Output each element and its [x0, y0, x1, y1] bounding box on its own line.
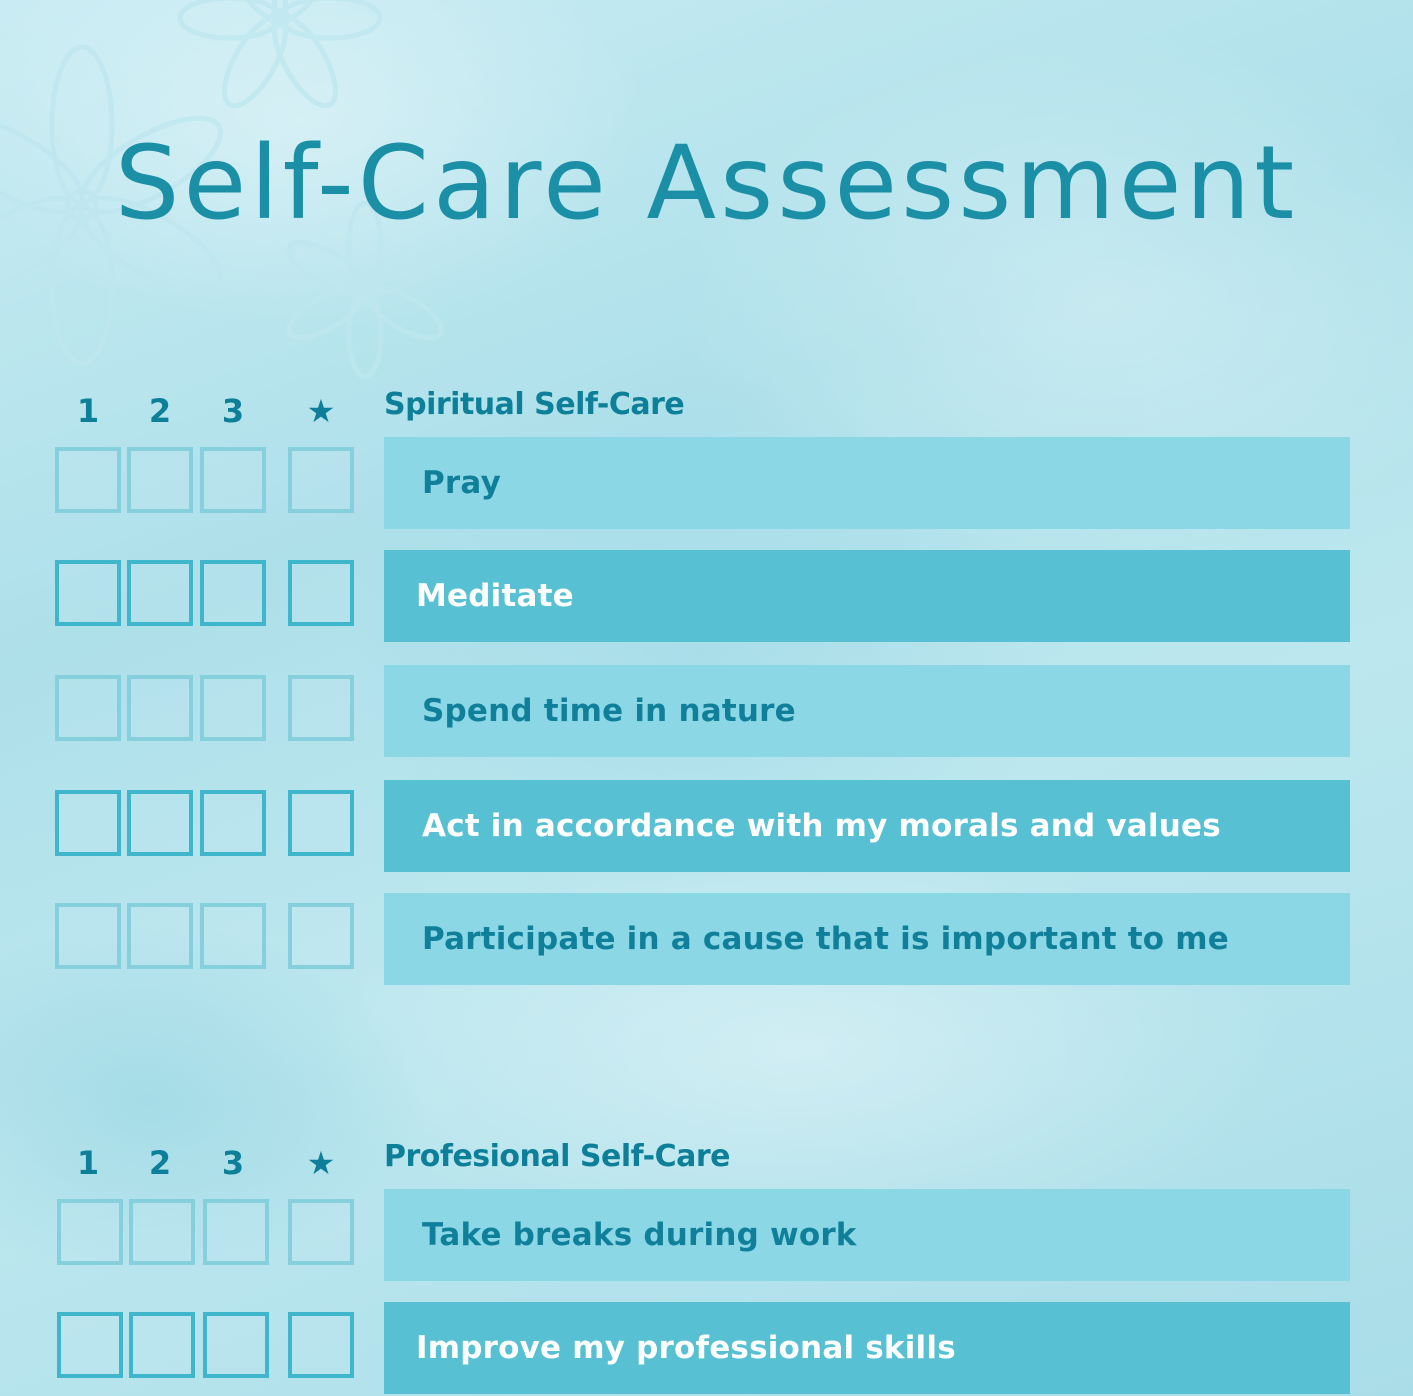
rating-3-checkbox[interactable]	[203, 1199, 269, 1265]
section-title: Spiritual Self-Care	[384, 387, 685, 422]
rating-2-checkbox[interactable]	[127, 560, 193, 626]
list-item: Meditate	[0, 550, 1413, 642]
flower-icon	[177, 0, 383, 109]
section-title: Profesional Self-Care	[384, 1139, 730, 1174]
rating-1-checkbox[interactable]	[55, 903, 121, 969]
list-item: Participate in a cause that is important…	[0, 893, 1413, 985]
star-checkbox[interactable]	[288, 675, 354, 741]
column-header-3: 3	[221, 392, 245, 430]
rating-2-checkbox[interactable]	[129, 1199, 195, 1265]
star-checkbox[interactable]	[288, 790, 354, 856]
item-label: Participate in a cause that is important…	[384, 893, 1350, 985]
list-item: Act in accordance with my morals and val…	[0, 780, 1413, 872]
rating-3-checkbox[interactable]	[200, 903, 266, 969]
item-label: Pray	[384, 437, 1350, 529]
item-label: Act in accordance with my morals and val…	[384, 780, 1350, 872]
column-header-1: 1	[76, 1144, 100, 1182]
star-checkbox[interactable]	[288, 903, 354, 969]
rating-3-checkbox[interactable]	[200, 790, 266, 856]
item-label: Improve my professional skills	[384, 1302, 1350, 1394]
list-item: Take breaks during work	[0, 1189, 1413, 1281]
rating-2-checkbox[interactable]	[127, 790, 193, 856]
rating-1-checkbox[interactable]	[57, 1199, 123, 1265]
rating-1-checkbox[interactable]	[55, 447, 121, 513]
rating-2-checkbox[interactable]	[127, 675, 193, 741]
rating-3-checkbox[interactable]	[200, 447, 266, 513]
column-header-2: 2	[148, 1144, 172, 1182]
list-item: Improve my professional skills	[0, 1302, 1413, 1394]
star-icon: ★	[306, 392, 336, 430]
item-label: Spend time in nature	[384, 665, 1350, 757]
star-checkbox[interactable]	[288, 447, 354, 513]
column-header-2: 2	[148, 392, 172, 430]
item-label: Take breaks during work	[384, 1189, 1350, 1281]
rating-2-checkbox[interactable]	[129, 1312, 195, 1378]
rating-3-checkbox[interactable]	[200, 560, 266, 626]
column-header-3: 3	[221, 1144, 245, 1182]
star-checkbox[interactable]	[288, 560, 354, 626]
item-label: Meditate	[384, 550, 1350, 642]
page-title: Self-Care Assessment	[114, 124, 1299, 243]
rating-3-checkbox[interactable]	[203, 1312, 269, 1378]
rating-2-checkbox[interactable]	[127, 903, 193, 969]
star-icon: ★	[306, 1144, 336, 1182]
rating-2-checkbox[interactable]	[127, 447, 193, 513]
star-checkbox[interactable]	[288, 1312, 354, 1378]
rating-1-checkbox[interactable]	[55, 790, 121, 856]
rating-1-checkbox[interactable]	[57, 1312, 123, 1378]
column-header-1: 1	[76, 392, 100, 430]
rating-1-checkbox[interactable]	[55, 560, 121, 626]
rating-3-checkbox[interactable]	[200, 675, 266, 741]
list-item: Spend time in nature	[0, 665, 1413, 757]
star-checkbox[interactable]	[288, 1199, 354, 1265]
rating-1-checkbox[interactable]	[55, 675, 121, 741]
list-item: Pray	[0, 437, 1413, 529]
